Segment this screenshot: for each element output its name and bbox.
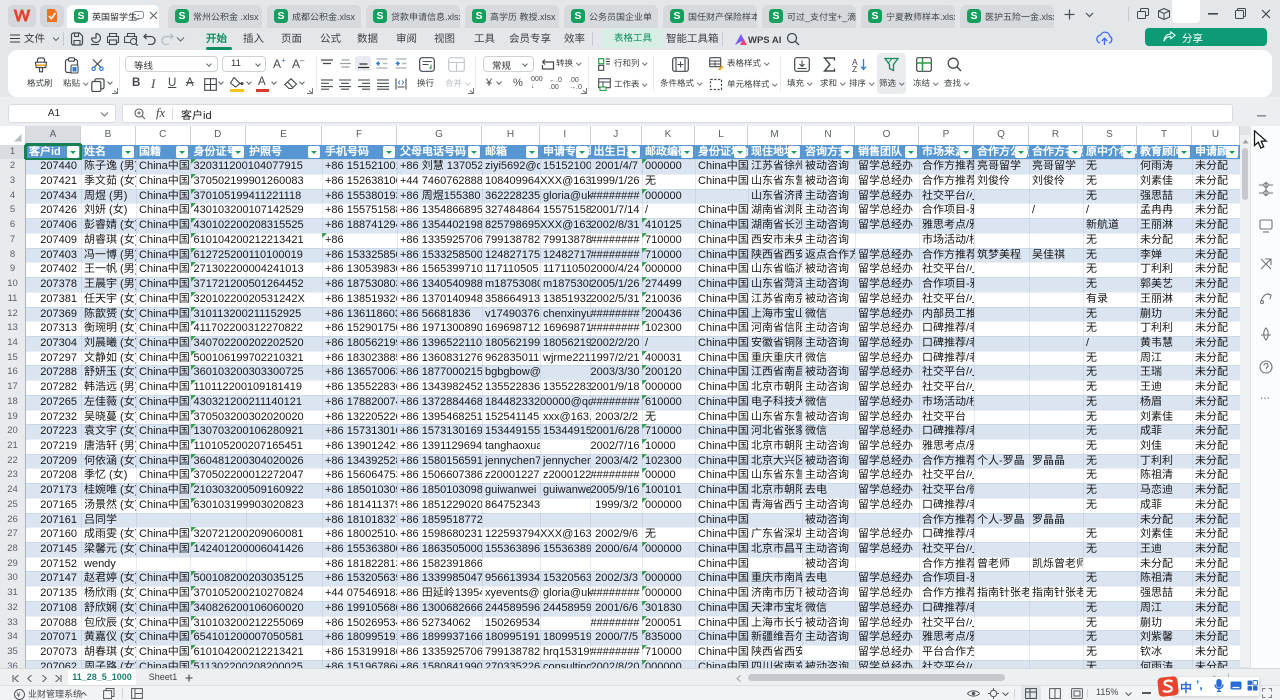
svg-text:¥: ¥ (17, 692, 21, 699)
svg-text:Z: Z (852, 64, 857, 72)
